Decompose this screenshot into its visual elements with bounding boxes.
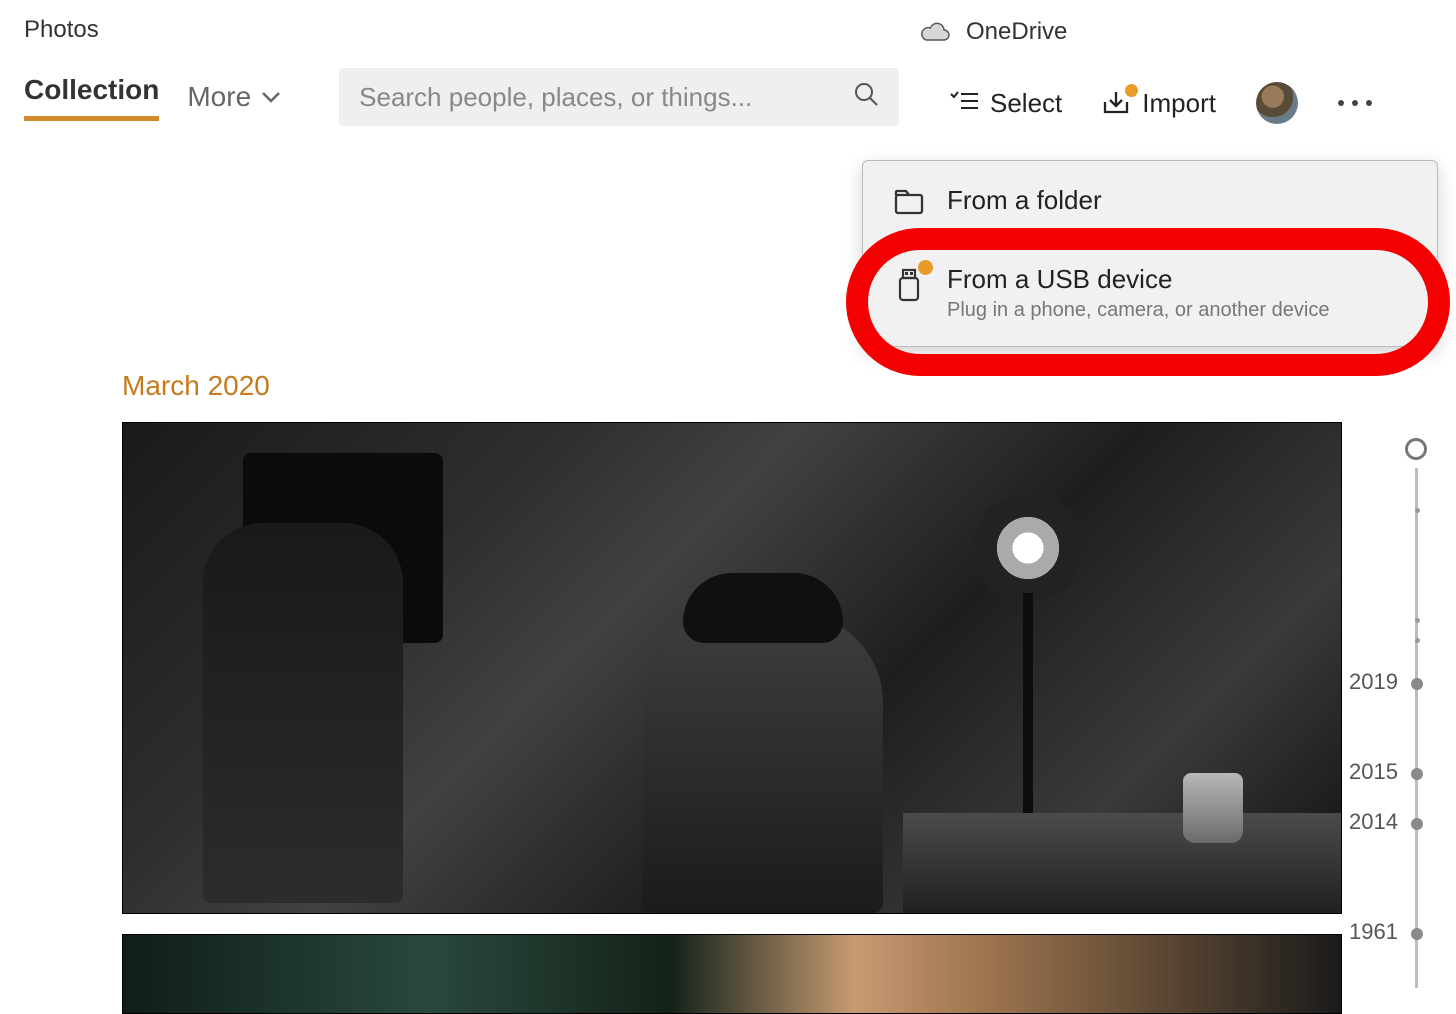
timeline-year: 2015 (1349, 759, 1398, 785)
timeline-tick (1415, 618, 1420, 623)
import-label: Import (1142, 88, 1216, 119)
timeline-line (1415, 468, 1418, 988)
date-heading[interactable]: March 2020 (122, 370, 1456, 402)
timeline-tick (1415, 508, 1420, 513)
onedrive-label: OneDrive (966, 18, 1067, 46)
timeline-marker[interactable] (1411, 818, 1423, 830)
import-from-folder[interactable]: From a folder (863, 161, 1437, 240)
app-title: Photos (24, 16, 99, 44)
timeline-marker[interactable] (1411, 768, 1423, 780)
cloud-icon (920, 21, 952, 43)
timeline-scrubber[interactable]: 2019 2015 2014 1961 (1342, 438, 1432, 988)
chevron-down-icon (261, 90, 281, 104)
timeline-year: 2014 (1349, 809, 1398, 835)
avatar[interactable] (1256, 82, 1298, 124)
select-button[interactable]: Select (950, 88, 1062, 119)
toolbar-actions: Select Import (950, 82, 1372, 124)
notification-dot-icon (918, 260, 933, 275)
import-from-usb-label: From a USB device (947, 264, 1329, 295)
photo-thumbnail[interactable] (122, 422, 1342, 914)
photo-thumbnail[interactable] (122, 934, 1342, 1014)
usb-icon (891, 264, 927, 302)
folder-icon (891, 185, 927, 215)
tab-more[interactable]: More (187, 81, 281, 113)
timeline-marker[interactable] (1411, 678, 1423, 690)
import-icon (1102, 90, 1130, 116)
import-from-folder-label: From a folder (947, 185, 1102, 216)
import-from-usb[interactable]: From a USB device Plug in a phone, camer… (863, 240, 1437, 346)
search-icon (853, 81, 879, 114)
search-input[interactable] (359, 82, 827, 113)
select-label: Select (990, 88, 1062, 119)
more-menu-button[interactable] (1338, 100, 1372, 106)
timeline-tick (1415, 638, 1420, 643)
timeline-handle[interactable] (1405, 438, 1427, 460)
import-button[interactable]: Import (1102, 88, 1216, 119)
onedrive-status[interactable]: OneDrive (920, 18, 1067, 46)
tab-more-label: More (187, 81, 251, 113)
checklist-icon (950, 88, 978, 119)
notification-dot-icon (1125, 84, 1138, 97)
import-from-usb-subtitle: Plug in a phone, camera, or another devi… (947, 299, 1329, 322)
timeline-year: 1961 (1349, 919, 1398, 945)
titlebar: Photos (0, 0, 1456, 52)
import-dropdown: From a folder From a USB device Plug in … (862, 160, 1438, 347)
timeline-year: 2019 (1349, 669, 1398, 695)
timeline-marker[interactable] (1411, 928, 1423, 940)
search-box[interactable] (339, 68, 899, 126)
tab-collection[interactable]: Collection (24, 74, 159, 121)
